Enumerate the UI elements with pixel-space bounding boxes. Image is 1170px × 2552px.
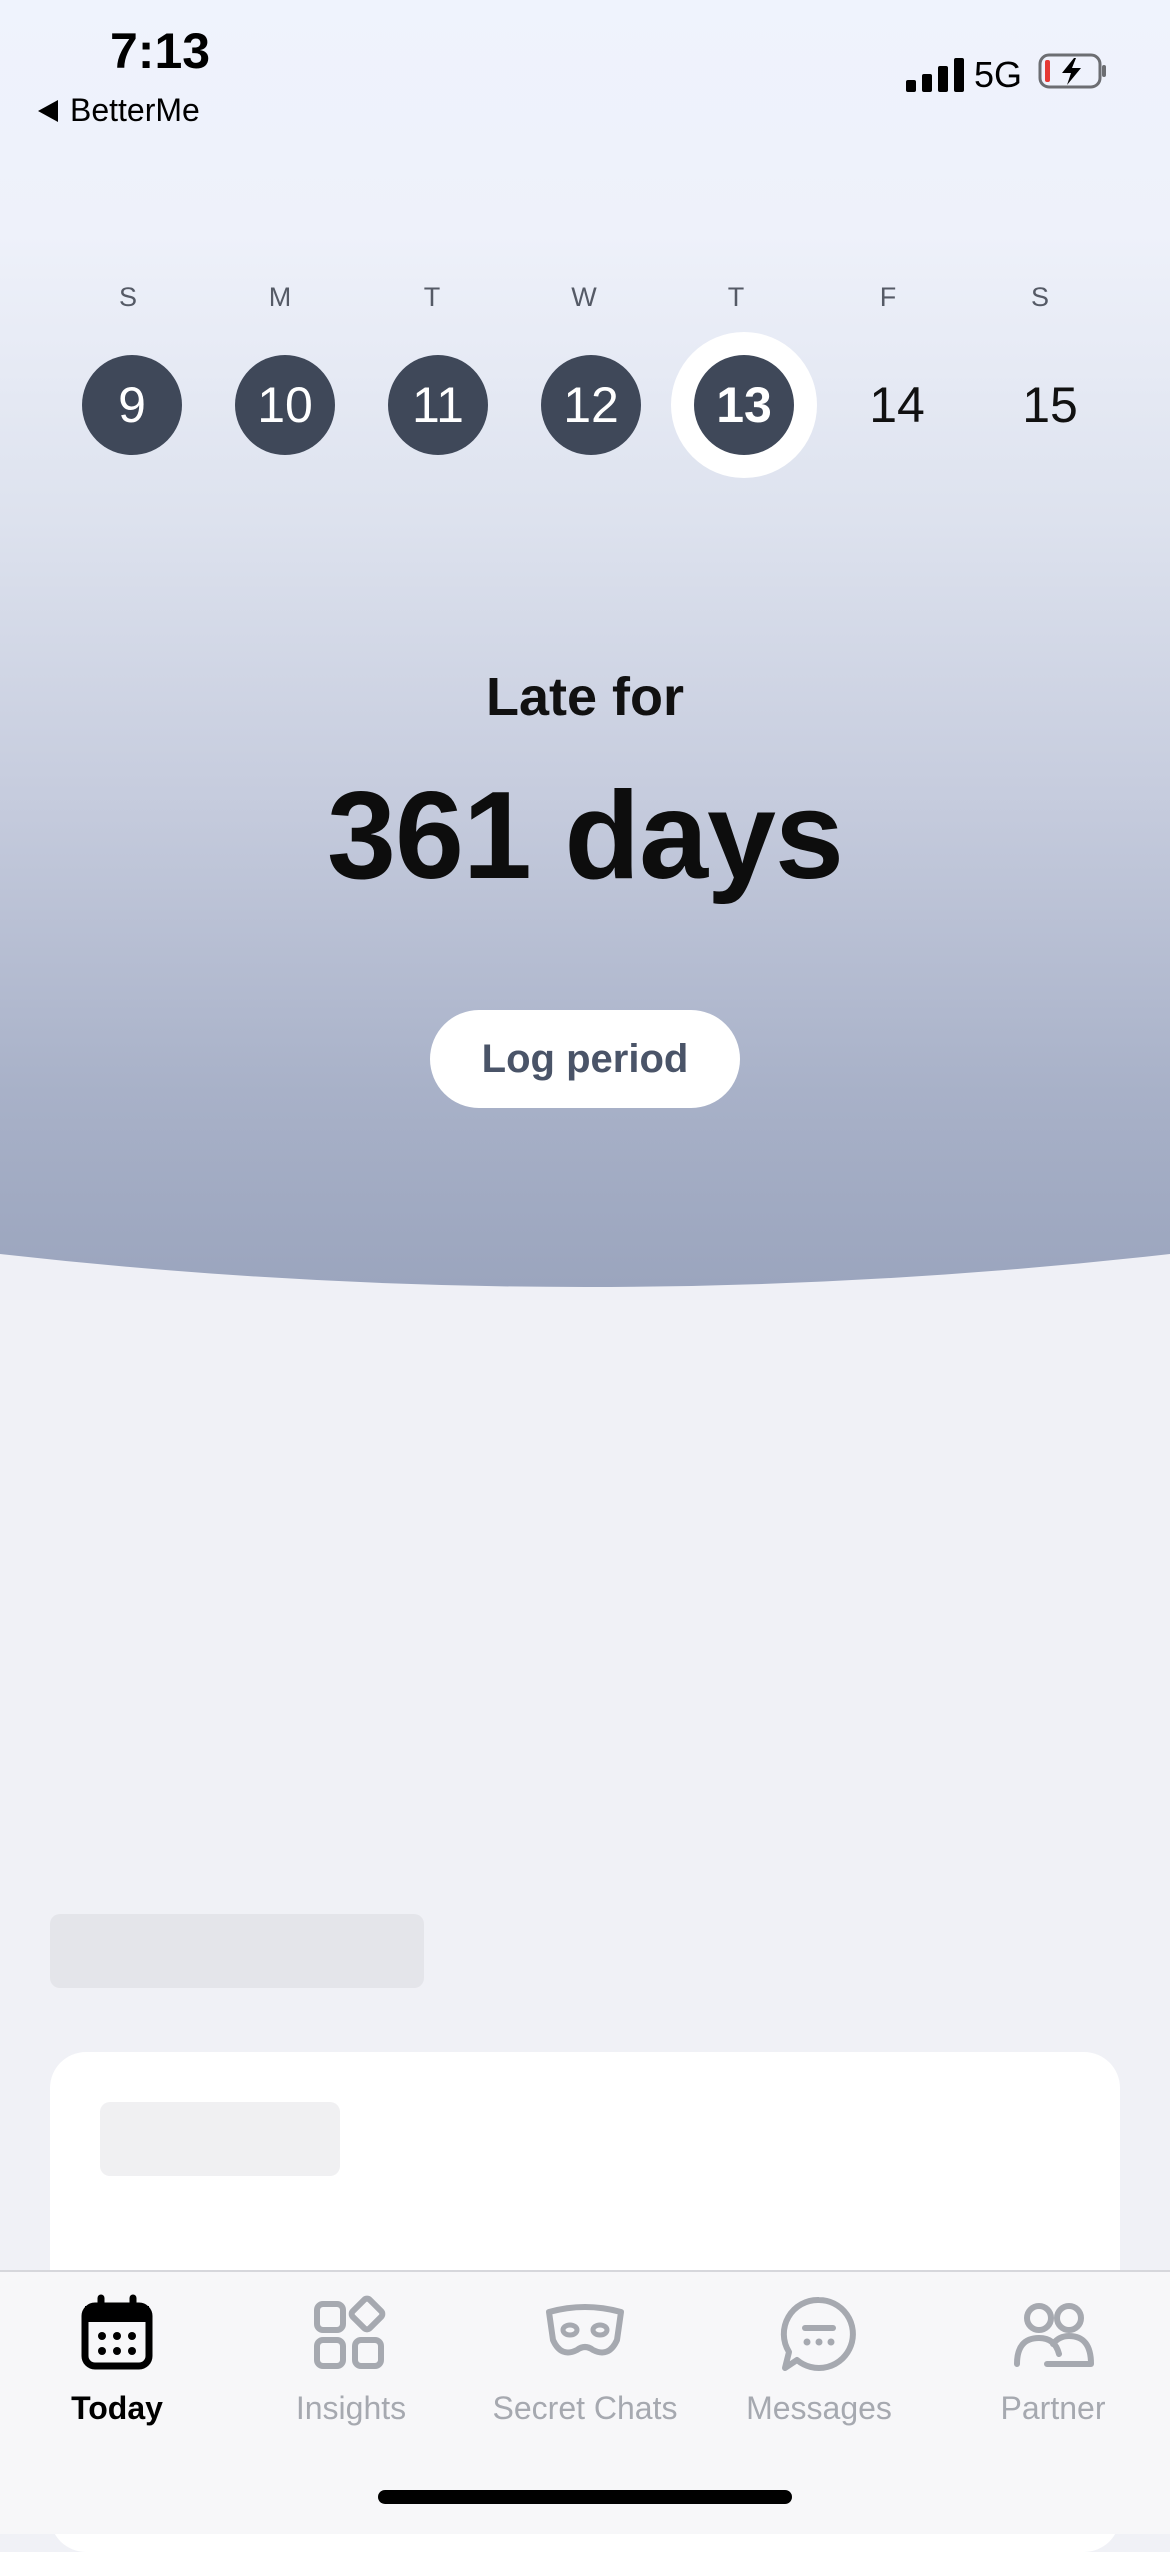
battery-charging-icon xyxy=(1038,53,1106,89)
tab-label: Today xyxy=(71,2390,163,2426)
late-caption: Late for xyxy=(485,667,685,727)
day-15[interactable]: 15 xyxy=(1000,355,1100,455)
signal-icon xyxy=(906,56,964,92)
tab-label: Messages xyxy=(746,2390,892,2426)
hero-curve xyxy=(0,1254,1170,1300)
calendar-icon xyxy=(81,2294,153,2370)
tab-insights[interactable]: Insights xyxy=(234,2292,468,2427)
status-time: 7:13 xyxy=(110,23,211,79)
day-10[interactable]: 10 xyxy=(235,355,335,455)
log-period-button[interactable]: Log period xyxy=(430,1010,740,1108)
day-9[interactable]: 9 xyxy=(82,355,182,455)
weekday-label: M xyxy=(268,282,292,312)
back-app-label: BetterMe xyxy=(70,92,200,128)
day-13-label: 13 xyxy=(694,355,794,455)
weekday-label: T xyxy=(727,282,745,312)
day-14[interactable]: 14 xyxy=(847,355,947,455)
partner-icon xyxy=(1014,2303,1094,2367)
weekday-label: W xyxy=(571,282,597,312)
loading-placeholder-line xyxy=(100,2102,340,2176)
tab-label: Insights xyxy=(295,2390,407,2426)
back-to-app[interactable]: BetterMe xyxy=(38,92,200,129)
tab-secret-chats[interactable]: Secret Chats xyxy=(468,2292,702,2427)
weekday-label: F xyxy=(879,282,897,312)
chat-bubble-icon xyxy=(780,2296,856,2371)
mask-icon xyxy=(546,2304,624,2356)
tab-label: Secret Chats xyxy=(492,2390,678,2426)
late-days-value: 361 days xyxy=(327,767,844,905)
tab-today[interactable]: Today xyxy=(0,2292,234,2427)
tab-partner[interactable]: Partner xyxy=(936,2292,1170,2427)
day-11[interactable]: 11 xyxy=(388,355,488,455)
day-13-selected[interactable]: 13 xyxy=(671,332,817,478)
home-indicator[interactable] xyxy=(378,2490,792,2504)
back-arrow-icon xyxy=(38,99,58,122)
weekday-label: S xyxy=(1030,282,1049,312)
status-bar: 7:13 BetterMe 5G xyxy=(0,0,1170,150)
network-label: 5G xyxy=(974,54,1023,95)
tab-messages[interactable]: Messages xyxy=(702,2292,936,2427)
week-strip: 9 10 11 12 13 14 15 xyxy=(0,332,1170,478)
day-12[interactable]: 12 xyxy=(541,355,641,455)
loading-placeholder-title xyxy=(50,1914,424,1988)
weekday-header: S M T W T F S xyxy=(0,282,1170,322)
tab-label: Partner xyxy=(1000,2390,1106,2426)
weekday-label: T xyxy=(423,282,441,312)
weekday-label: S xyxy=(118,282,137,312)
insights-grid-icon xyxy=(314,2295,386,2369)
